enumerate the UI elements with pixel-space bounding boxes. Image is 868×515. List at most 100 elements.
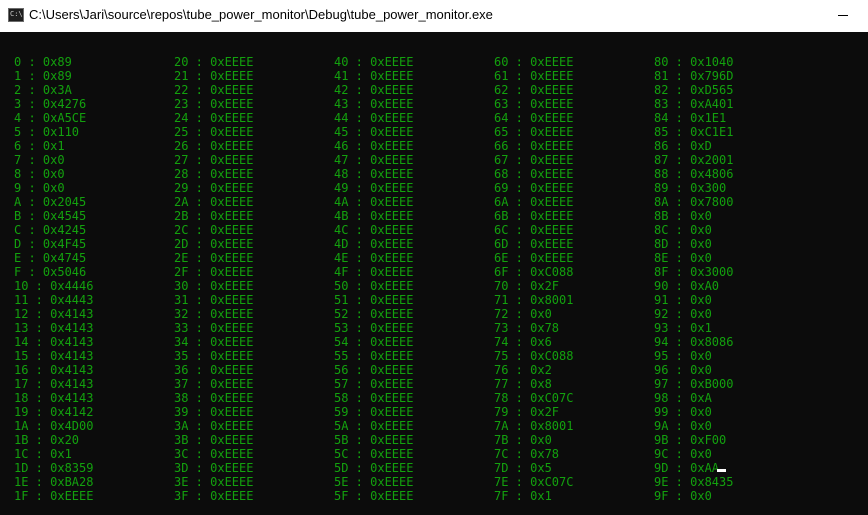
- register-line: 8C : 0x0: [654, 223, 712, 237]
- register-line: A : 0x2045: [14, 195, 87, 209]
- window-title: C:\Users\Jari\source\repos\tube_power_mo…: [29, 7, 493, 22]
- register-line: 1E : 0xBA28: [14, 475, 94, 489]
- register-line: 4F : 0xEEEE: [334, 265, 414, 279]
- register-line: 66 : 0xEEEE: [494, 139, 574, 153]
- register-line: 17 : 0x4143: [14, 377, 94, 391]
- register-line: 0 : 0x89: [14, 55, 72, 69]
- register-line: 5D : 0xEEEE: [334, 461, 414, 475]
- register-line: 91 : 0x0: [654, 293, 712, 307]
- register-column: 0 : 0x89 1 : 0x89 2 : 0x3A 3 : 0x4276 4 : 0x…: [14, 55, 174, 503]
- register-line: D : 0x4F45: [14, 237, 87, 251]
- register-line: 4D : 0xEEEE: [334, 237, 414, 251]
- register-line: E : 0x4745: [14, 251, 87, 265]
- register-line: 71 : 0x8001: [494, 293, 574, 307]
- register-line: 48 : 0xEEEE: [334, 167, 414, 181]
- register-line: 7 : 0x0: [14, 153, 65, 167]
- register-line: 90 : 0xA0: [654, 279, 720, 293]
- register-line: 92 : 0x0: [654, 307, 712, 321]
- register-line: 4B : 0xEEEE: [334, 209, 414, 223]
- register-line: 93 : 0x1: [654, 321, 712, 335]
- register-line: 7E : 0xC07C: [494, 475, 574, 489]
- register-line: 36 : 0xEEEE: [174, 363, 254, 377]
- register-line: 31 : 0xEEEE: [174, 293, 254, 307]
- register-line: 42 : 0xEEEE: [334, 83, 414, 97]
- register-line: 9E : 0x8435: [654, 475, 734, 489]
- register-line: 98 : 0xA: [654, 391, 712, 405]
- register-line: 6D : 0xEEEE: [494, 237, 574, 251]
- register-line: 9D : 0xAA: [654, 461, 720, 475]
- register-line: 13 : 0x4143: [14, 321, 94, 335]
- register-line: 2B : 0xEEEE: [174, 209, 254, 223]
- register-line: 72 : 0x0: [494, 307, 552, 321]
- register-line: 87 : 0x2001: [654, 153, 734, 167]
- register-line: F : 0x5046: [14, 265, 87, 279]
- register-line: 57 : 0xEEEE: [334, 377, 414, 391]
- register-line: 5B : 0xEEEE: [334, 433, 414, 447]
- register-line: 9B : 0xF00: [654, 433, 727, 447]
- console-app-icon: C:\: [8, 8, 24, 22]
- register-line: 88 : 0x4806: [654, 167, 734, 181]
- register-line: 6C : 0xEEEE: [494, 223, 574, 237]
- title-bar[interactable]: C:\ C:\Users\Jari\source\repos\tube_powe…: [0, 0, 868, 32]
- register-line: 80 : 0x1040: [654, 55, 734, 69]
- register-line: 9 : 0x0: [14, 181, 65, 195]
- register-line: 8E : 0x0: [654, 251, 712, 265]
- register-line: 6E : 0xEEEE: [494, 251, 574, 265]
- register-line: 24 : 0xEEEE: [174, 111, 254, 125]
- register-line: 9C : 0x0: [654, 447, 712, 461]
- register-line: 54 : 0xEEEE: [334, 335, 414, 349]
- register-line: 47 : 0xEEEE: [334, 153, 414, 167]
- register-line: 99 : 0x0: [654, 405, 712, 419]
- register-line: 6F : 0xC088: [494, 265, 574, 279]
- register-line: 65 : 0xEEEE: [494, 125, 574, 139]
- register-column: 60 : 0xEEEE 61 : 0xEEEE 62 : 0xEEEE 63 : 0x…: [494, 55, 654, 503]
- register-line: 83 : 0xA401: [654, 97, 734, 111]
- register-line: 1D : 0x8359: [14, 461, 94, 475]
- register-line: 79 : 0x2F: [494, 405, 560, 419]
- register-line: 96 : 0x0: [654, 363, 712, 377]
- register-line: 1A : 0x4D00: [14, 419, 94, 433]
- register-line: 2A : 0xEEEE: [174, 195, 254, 209]
- register-line: 58 : 0xEEEE: [334, 391, 414, 405]
- register-line: 6B : 0xEEEE: [494, 209, 574, 223]
- register-line: 8F : 0x3000: [654, 265, 734, 279]
- register-line: 23 : 0xEEEE: [174, 97, 254, 111]
- register-line: 2F : 0xEEEE: [174, 265, 254, 279]
- register-line: 39 : 0xEEEE: [174, 405, 254, 419]
- register-line: 18 : 0x4143: [14, 391, 94, 405]
- register-line: 75 : 0xC088: [494, 349, 574, 363]
- register-line: 26 : 0xEEEE: [174, 139, 254, 153]
- register-line: 30 : 0xEEEE: [174, 279, 254, 293]
- register-line: 22 : 0xEEEE: [174, 83, 254, 97]
- register-line: 61 : 0xEEEE: [494, 69, 574, 83]
- register-line: 3C : 0xEEEE: [174, 447, 254, 461]
- register-line: 52 : 0xEEEE: [334, 307, 414, 321]
- register-line: 8 : 0x0: [14, 167, 65, 181]
- register-line: 51 : 0xEEEE: [334, 293, 414, 307]
- minimize-button[interactable]: [818, 0, 868, 32]
- register-line: 2E : 0xEEEE: [174, 251, 254, 265]
- register-line: 3 : 0x4276: [14, 97, 87, 111]
- register-line: 38 : 0xEEEE: [174, 391, 254, 405]
- register-line: 3D : 0xEEEE: [174, 461, 254, 475]
- register-line: 68 : 0xEEEE: [494, 167, 574, 181]
- register-line: 28 : 0xEEEE: [174, 167, 254, 181]
- console-output[interactable]: 0 : 0x89 1 : 0x89 2 : 0x3A 3 : 0x4276 4 : 0x…: [0, 32, 868, 515]
- register-line: 7F : 0x1: [494, 489, 552, 503]
- register-line: 33 : 0xEEEE: [174, 321, 254, 335]
- register-line: 9F : 0x0: [654, 489, 712, 503]
- register-line: 1C : 0x1: [14, 447, 72, 461]
- register-line: 35 : 0xEEEE: [174, 349, 254, 363]
- register-line: 25 : 0xEEEE: [174, 125, 254, 139]
- register-line: 27 : 0xEEEE: [174, 153, 254, 167]
- register-line: 70 : 0x2F: [494, 279, 560, 293]
- register-line: 44 : 0xEEEE: [334, 111, 414, 125]
- register-line: 85 : 0xC1E1: [654, 125, 734, 139]
- register-line: 4C : 0xEEEE: [334, 223, 414, 237]
- register-line: 50 : 0xEEEE: [334, 279, 414, 293]
- register-line: 81 : 0x796D: [654, 69, 734, 83]
- register-line: 3E : 0xEEEE: [174, 475, 254, 489]
- register-line: 19 : 0x4142: [14, 405, 94, 419]
- register-line: 11 : 0x4443: [14, 293, 94, 307]
- register-line: 5C : 0xEEEE: [334, 447, 414, 461]
